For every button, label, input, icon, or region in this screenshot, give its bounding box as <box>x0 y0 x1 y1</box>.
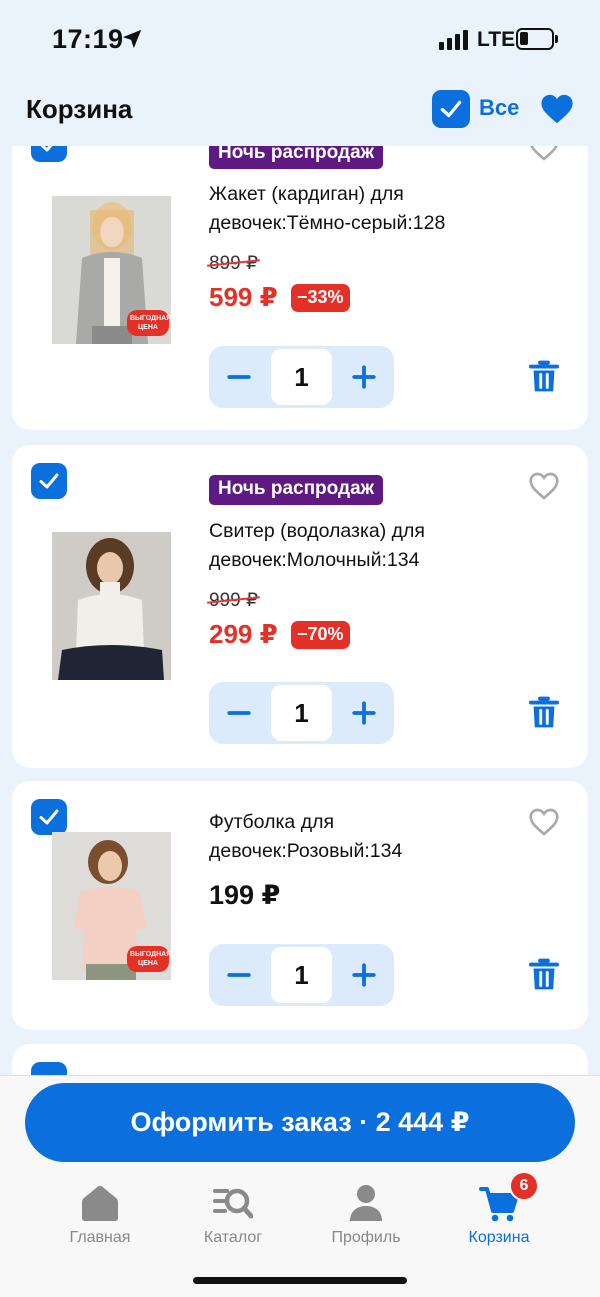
tab-profile-label: Профиль <box>331 1229 401 1246</box>
image-badge: ВЫГОДНАЯ ЦЕНА <box>127 310 171 336</box>
item-checkbox[interactable] <box>31 463 67 499</box>
minus-icon <box>227 711 251 715</box>
home-icon <box>82 1186 118 1221</box>
decrease-button[interactable] <box>209 682 269 744</box>
quantity-value[interactable]: 1 <box>271 349 332 405</box>
battery-icon <box>516 28 558 50</box>
check-icon <box>440 100 462 118</box>
tab-cart-label: Корзина <box>468 1229 530 1246</box>
select-all-label[interactable]: Все <box>479 95 519 121</box>
decrease-button[interactable] <box>209 944 269 1006</box>
cart-count-badge: 6 <box>509 1171 539 1201</box>
status-bar: 17:19 LTE <box>0 0 600 80</box>
catalog-search-icon <box>213 1188 253 1219</box>
product-image[interactable]: ВЫГОДНАЯ ЦЕНА <box>52 196 171 344</box>
home-indicator <box>193 1277 407 1284</box>
favorite-heart-icon[interactable] <box>528 471 560 501</box>
page-header: Корзина Все <box>0 80 600 146</box>
old-price: 899 ₽ <box>207 252 261 275</box>
plus-icon <box>352 963 376 987</box>
quantity-stepper: 1 <box>209 346 394 408</box>
decrease-button[interactable] <box>209 346 269 408</box>
current-price: 299 ₽ <box>209 619 278 649</box>
increase-button[interactable] <box>334 682 394 744</box>
old-price: 999 ₽ <box>207 589 261 612</box>
cart-item-card: ВЫГОДНАЯ ЦЕНА Футболка для девочек:Розов… <box>12 781 588 1030</box>
quantity-value[interactable]: 1 <box>271 685 332 741</box>
delete-trash-icon[interactable] <box>528 360 560 394</box>
page-title: Корзина <box>26 94 133 124</box>
product-title[interactable]: Жакет (кардиган) для девочек:Тёмно-серый… <box>209 180 509 238</box>
cart-item-card: Ночь распродаж Свитер (водолазка) для де… <box>12 445 588 768</box>
item-checkbox[interactable] <box>31 799 67 835</box>
promo-tag: Ночь распродаж <box>209 475 384 505</box>
image-badge: ВЫГОДНАЯ ЦЕНА <box>127 946 171 972</box>
network-label: LTE <box>477 28 516 51</box>
tab-catalog-label: Каталог <box>203 1229 263 1246</box>
increase-button[interactable] <box>334 944 394 1006</box>
signal-icon <box>439 30 468 50</box>
product-image[interactable] <box>52 532 171 680</box>
quantity-stepper: 1 <box>209 944 394 1006</box>
tab-catalog[interactable]: Каталог <box>173 1183 293 1247</box>
check-icon <box>39 809 59 825</box>
product-image[interactable]: ВЫГОДНАЯ ЦЕНА <box>52 832 171 980</box>
tab-home-label: Главная <box>69 1229 131 1246</box>
minus-icon <box>227 375 251 379</box>
product-title[interactable]: Футболка для девочек:Розовый:134 <box>209 808 509 866</box>
cart-item-card: Ночь распродаж ВЫГОДНАЯ ЦЕНА Жакет (кард… <box>12 110 588 430</box>
plus-icon <box>352 701 376 725</box>
favorites-heart-icon[interactable] <box>540 93 574 125</box>
tab-profile[interactable]: Профиль <box>306 1183 426 1247</box>
current-price: 199 ₽ <box>209 880 281 910</box>
discount-badge: −70% <box>291 621 350 649</box>
increase-button[interactable] <box>334 346 394 408</box>
profile-icon <box>350 1185 382 1221</box>
check-icon <box>39 473 59 489</box>
checkout-button[interactable]: Оформить заказ · 2 444 ₽ <box>25 1083 575 1162</box>
plus-icon <box>352 365 376 389</box>
product-title[interactable]: Свитер (водолазка) для девочек:Молочный:… <box>209 517 509 575</box>
favorite-heart-icon[interactable] <box>528 807 560 837</box>
status-time: 17:19 <box>52 24 124 54</box>
tab-cart[interactable]: 6 Корзина <box>439 1171 559 1247</box>
minus-icon <box>227 973 251 977</box>
location-arrow-icon <box>122 29 142 49</box>
delete-trash-icon[interactable] <box>528 696 560 730</box>
discount-badge: −33% <box>291 284 350 312</box>
current-price: 599 ₽ <box>209 282 278 312</box>
quantity-stepper: 1 <box>209 682 394 744</box>
select-all-checkbox[interactable] <box>432 90 470 128</box>
quantity-value[interactable]: 1 <box>271 947 332 1003</box>
delete-trash-icon[interactable] <box>528 958 560 992</box>
tab-home[interactable]: Главная <box>40 1183 160 1247</box>
